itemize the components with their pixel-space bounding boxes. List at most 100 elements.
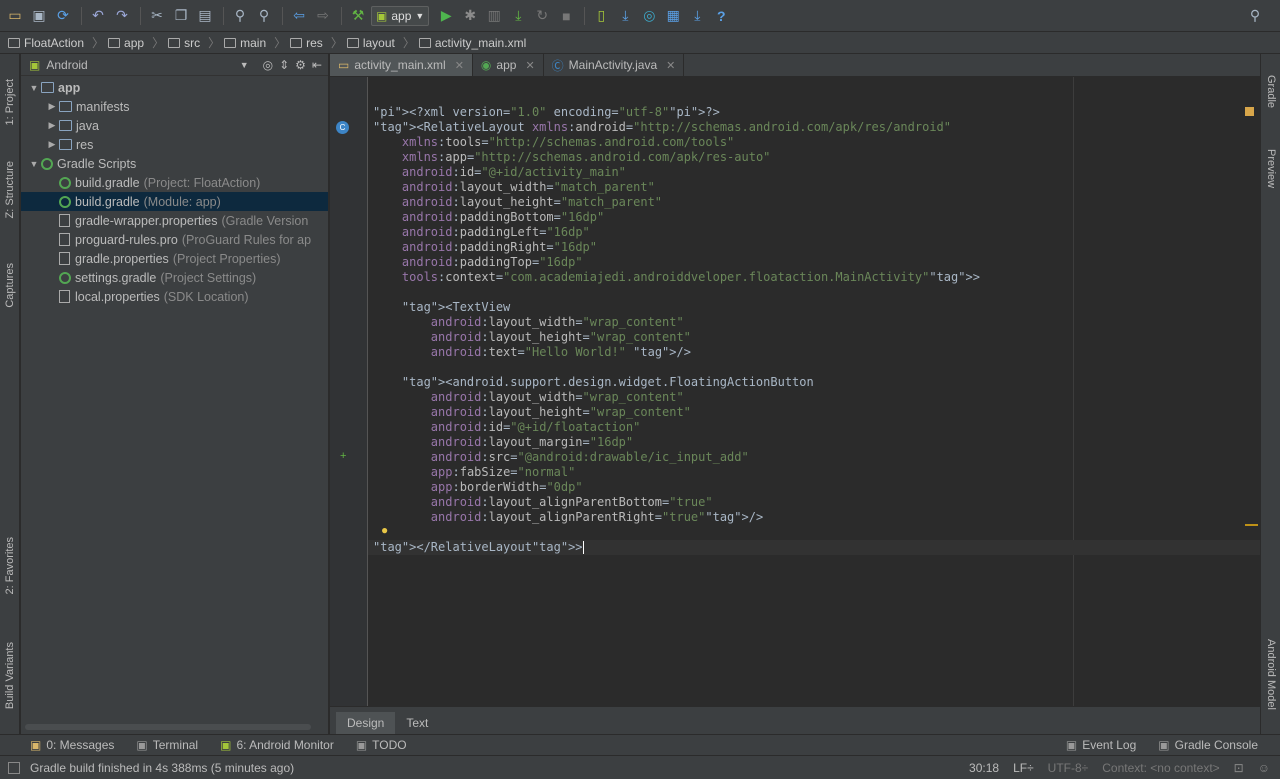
code-line[interactable]: android:paddingTop="16dp" <box>373 255 980 270</box>
replace-icon[interactable]: ⚲ <box>253 5 275 27</box>
tree-item[interactable]: ▶ res <box>21 135 328 154</box>
collapse-all-icon[interactable]: ⇕ <box>279 58 289 72</box>
tool-tab-captures[interactable]: Captures <box>0 250 20 320</box>
code-line[interactable]: android:layout_margin="16dp" <box>373 435 980 450</box>
editor-tab[interactable]: ▭ activity_main.xml ✕ <box>330 54 473 76</box>
breadcrumb-item[interactable]: activity_main.xml <box>418 36 526 50</box>
collapsed-arrow-icon[interactable]: ▶ <box>45 120 59 131</box>
tool-tab-build-variants[interactable]: Build Variants <box>0 626 20 726</box>
code-line[interactable]: android:layout_alignParentRight="true""t… <box>373 510 980 525</box>
project-structure-icon[interactable]: ▦ <box>662 5 684 27</box>
code-line[interactable]: android:src="@android:drawable/ic_input_… <box>373 450 980 465</box>
code-line[interactable]: "pi"><?xml version="1.0" encoding="utf-8… <box>373 105 980 120</box>
apply-changes-icon[interactable]: ⤓ <box>507 5 529 27</box>
code-line[interactable]: app:borderWidth="0dp" <box>373 480 980 495</box>
tree-item[interactable]: ▼ Gradle Scripts <box>21 154 328 173</box>
scroll-from-source-icon[interactable]: ◎ <box>263 58 273 72</box>
breadcrumb-item[interactable]: app 〉 <box>108 34 164 51</box>
caret-position[interactable]: 30:18 <box>969 761 999 775</box>
code-line[interactable]: android:layout_height="wrap_content" <box>373 405 980 420</box>
collapsed-arrow-icon[interactable]: ▶ <box>45 139 59 150</box>
redo-icon[interactable]: ↷ <box>111 5 133 27</box>
close-icon[interactable]: ✕ <box>455 59 464 72</box>
tool-window-button[interactable]: ▣ Terminal <box>136 738 198 752</box>
code-line[interactable]: android:layout_height="match_parent" <box>373 195 980 210</box>
view-tab-design[interactable]: Design <box>336 712 396 734</box>
code-line[interactable]: android:layout_width="wrap_content" <box>373 390 980 405</box>
chevron-down-icon[interactable]: ▼ <box>240 60 249 70</box>
expanded-arrow-icon[interactable]: ▼ <box>27 83 41 93</box>
tool-tab-structure[interactable]: Z: Structure <box>0 150 20 230</box>
tree-item[interactable]: ▶ java <box>21 116 328 135</box>
tree-item[interactable]: ▶ manifests <box>21 97 328 116</box>
code-line[interactable]: "tag"><TextView <box>373 300 980 315</box>
code-line[interactable]: android:layout_height="wrap_content" <box>373 330 980 345</box>
code-line[interactable]: tools:context="com.academiajedi.androidd… <box>373 270 980 285</box>
profile-icon[interactable]: ▥ <box>483 5 505 27</box>
stop-icon[interactable]: ■ <box>555 5 577 27</box>
tool-window-button[interactable]: ▣ Event Log <box>1066 738 1136 752</box>
horizontal-scrollbar[interactable] <box>25 724 311 730</box>
copy-icon[interactable]: ❐ <box>170 5 192 27</box>
code-line[interactable]: android:layout_alignParentBottom="true" <box>373 495 980 510</box>
code-line[interactable]: android:id="@+id/activity_main" <box>373 165 980 180</box>
code-line[interactable]: android:paddingRight="16dp" <box>373 240 980 255</box>
help-icon[interactable]: ? <box>710 5 732 27</box>
code-line[interactable]: "tag"><RelativeLayout xmlns:android="htt… <box>373 120 980 135</box>
context-indicator[interactable]: Context: <no context> <box>1102 761 1219 775</box>
save-all-icon[interactable]: ▣ <box>28 5 50 27</box>
code-editor[interactable]: C + ● "pi"><?xml version="1.0" encoding=… <box>330 77 1260 706</box>
tool-window-button[interactable]: ▣ Gradle Console <box>1158 738 1258 752</box>
breadcrumb-item[interactable]: res 〉 <box>290 34 343 51</box>
inspection-status-icon[interactable] <box>1245 107 1254 116</box>
code-line[interactable]: "tag"><android.support.design.widget.Flo… <box>373 375 980 390</box>
hector-icon[interactable]: ☺ <box>1258 761 1270 775</box>
file-encoding[interactable]: UTF-8÷ <box>1048 761 1089 775</box>
tree-item[interactable]: build.gradle (Module: app) <box>21 192 328 211</box>
tree-item[interactable]: ▼ app <box>21 78 328 97</box>
editor-tab[interactable]: ◉ app ✕ <box>473 54 544 76</box>
code-line[interactable]: android:text="Hello World!" "tag">/> <box>373 345 980 360</box>
debug-icon[interactable]: ✱ <box>459 5 481 27</box>
tool-tab-gradle[interactable]: Gradle <box>1261 62 1280 122</box>
sdk-download-icon[interactable]: ⤓ <box>686 5 708 27</box>
tree-item[interactable]: gradle.properties (Project Properties) <box>21 249 328 268</box>
tree-item[interactable]: gradle-wrapper.properties (Gradle Version <box>21 211 328 230</box>
code-line[interactable]: android:paddingLeft="16dp" <box>373 225 980 240</box>
expanded-arrow-icon[interactable]: ▼ <box>27 159 41 169</box>
avd-manager-icon[interactable]: ▯ <box>590 5 612 27</box>
close-icon[interactable]: ✕ <box>525 59 534 72</box>
sync-icon[interactable]: ⟳ <box>52 5 74 27</box>
tree-item[interactable]: proguard-rules.pro (ProGuard Rules for ap <box>21 230 328 249</box>
tool-tab-android-model[interactable]: Android Model <box>1261 624 1280 724</box>
run-icon[interactable]: ▶ <box>435 5 457 27</box>
code-line[interactable]: android:layout_width="wrap_content" <box>373 315 980 330</box>
code-line[interactable]: app:fabSize="normal" <box>373 465 980 480</box>
tree-item[interactable]: build.gradle (Project: FloatAction) <box>21 173 328 192</box>
code-line[interactable]: android:id="@+id/floataction" <box>373 420 980 435</box>
tool-window-button[interactable]: ▣ TODO <box>356 738 407 752</box>
class-marker-icon[interactable]: C <box>336 121 349 134</box>
tool-window-button[interactable]: ▣ 0: Messages <box>30 738 114 752</box>
status-message[interactable]: Gradle build finished in 4s 388ms (5 min… <box>30 761 294 775</box>
tool-window-button[interactable]: ▣ 6: Android Monitor <box>220 738 334 752</box>
cut-icon[interactable]: ✂ <box>146 5 168 27</box>
close-icon[interactable]: ✕ <box>666 59 675 72</box>
forward-icon[interactable]: ⇨ <box>312 5 334 27</box>
paste-icon[interactable]: ▤ <box>194 5 216 27</box>
code-line[interactable]: xmlns:tools="http://schemas.android.com/… <box>373 135 980 150</box>
code-line[interactable]: android:paddingBottom="16dp" <box>373 210 980 225</box>
lock-icon[interactable]: ⊡ <box>1234 761 1244 775</box>
code-content[interactable]: "pi"><?xml version="1.0" encoding="utf-8… <box>373 105 980 555</box>
tree-item[interactable]: local.properties (SDK Location) <box>21 287 328 306</box>
back-icon[interactable]: ⇦ <box>288 5 310 27</box>
breadcrumb-item[interactable]: FloatAction 〉 <box>8 34 104 51</box>
attach-debugger-icon[interactable]: ↻ <box>531 5 553 27</box>
code-line[interactable] <box>373 525 980 540</box>
make-project-icon[interactable]: ⚒ <box>347 5 369 27</box>
breadcrumb-item[interactable]: main 〉 <box>224 34 286 51</box>
hide-panel-icon[interactable]: ⇤ <box>312 58 322 72</box>
tree-item[interactable]: settings.gradle (Project Settings) <box>21 268 328 287</box>
breadcrumb-item[interactable]: src 〉 <box>168 34 220 51</box>
code-line[interactable]: xmlns:app="http://schemas.android.com/ap… <box>373 150 980 165</box>
